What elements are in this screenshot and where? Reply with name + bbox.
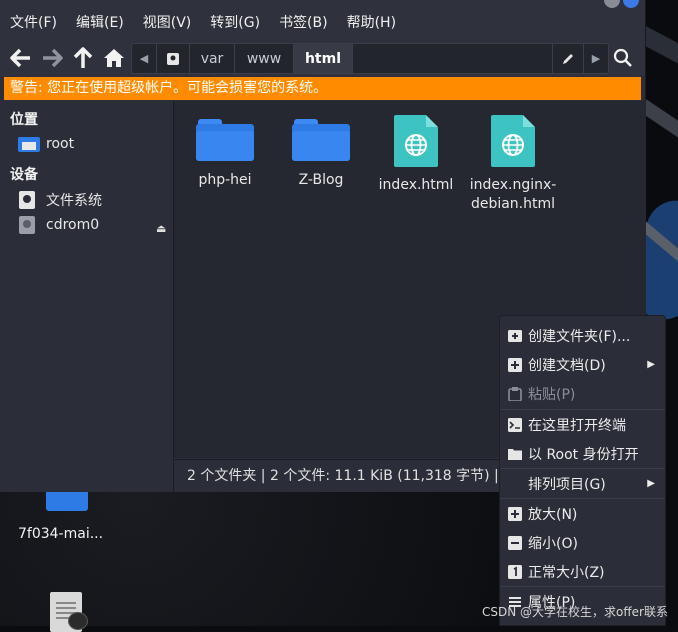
sidebar: 位置 root 设备 文件系统 cdrom0 ⏏ xyxy=(0,101,172,492)
terminal-icon xyxy=(508,417,522,432)
menu-item-open-as-root[interactable]: 以 Root 身份打开 xyxy=(500,439,665,468)
drive-icon xyxy=(167,52,179,65)
sidebar-item-label: cdrom0 xyxy=(46,217,100,233)
eject-icon[interactable]: ⏏ xyxy=(156,222,166,235)
sidebar-heading-places: 位置 xyxy=(10,112,38,128)
file-name: index.nginx-debian.html xyxy=(465,176,561,214)
html-file-icon xyxy=(394,115,438,167)
menu-item-create-folder[interactable]: 创建文件夹(F)... xyxy=(500,321,665,350)
desktop-folder-icon[interactable] xyxy=(46,489,88,511)
globe-icon xyxy=(405,134,427,156)
empty-icon-slot xyxy=(508,477,522,491)
file-item-php-hei[interactable]: php-hei xyxy=(177,119,273,190)
arrow-left-icon xyxy=(10,48,30,68)
sidebar-item-root[interactable]: root xyxy=(18,133,74,155)
path-bar: ◀ var www html ▶ xyxy=(131,43,609,74)
folder-icon xyxy=(292,119,350,161)
root-warning-banner: 警告: 您正在使用超级帐户。可能会损害您的系统。 xyxy=(4,77,641,100)
menu-item-label: 创建文件夹(F)... xyxy=(528,328,631,345)
new-folder-icon xyxy=(508,329,522,343)
folder-icon xyxy=(508,447,522,461)
edit-path-button[interactable] xyxy=(552,44,583,73)
file-name-line2: debian.html xyxy=(470,196,556,212)
pencil-icon xyxy=(563,53,573,64)
optical-drive-icon xyxy=(18,216,40,234)
menu-item-label: 以 Root 身份打开 xyxy=(528,446,639,463)
menu-item-create-document[interactable]: 创建文档(D) ▶ xyxy=(500,350,665,379)
drive-icon xyxy=(18,191,40,209)
menu-item-label: 在这里打开终端 xyxy=(528,417,626,434)
menu-item-label: 放大(N) xyxy=(528,506,578,523)
path-empty-area xyxy=(353,44,552,73)
file-item-index-nginx-debian-html[interactable]: index.nginx-debian.html xyxy=(465,115,561,214)
path-segment-var[interactable]: var xyxy=(190,44,235,73)
menu-item-label: 排列项目(G) xyxy=(528,476,606,493)
path-scroll-left-button[interactable]: ◀ xyxy=(132,44,157,73)
menu-item-arrange-items[interactable]: 排列项目(G) ▶ xyxy=(500,469,665,498)
path-segment-html[interactable]: html xyxy=(294,44,353,73)
forward-button[interactable] xyxy=(38,44,66,72)
up-button[interactable] xyxy=(69,44,97,72)
search-icon xyxy=(613,48,632,67)
new-document-icon xyxy=(508,357,522,372)
sidebar-item-label: root xyxy=(46,136,75,152)
zoom-in-icon xyxy=(508,506,522,521)
back-button[interactable] xyxy=(7,44,35,72)
paste-icon xyxy=(508,386,522,402)
home-button[interactable] xyxy=(100,44,128,72)
context-menu: 创建文件夹(F)... 创建文档(D) ▶ 粘贴(P) 在这里打开终端 以 Ro… xyxy=(499,315,666,626)
zoom-normal-icon xyxy=(508,564,522,579)
watermark-text: CSDN @大学在校生，求offer联系 xyxy=(482,605,668,619)
sidebar-heading-devices: 设备 xyxy=(10,167,38,183)
home-folder-icon xyxy=(18,135,40,153)
submenu-arrow-icon: ▶ xyxy=(647,359,655,370)
menu-item-paste: 粘贴(P) xyxy=(500,379,665,408)
menu-item-normal-size[interactable]: 正常大小(Z) xyxy=(500,557,665,586)
zoom-out-icon xyxy=(508,535,522,550)
menu-item-label: 正常大小(Z) xyxy=(528,564,605,581)
desktop-folder-label[interactable]: 7f034-mai... xyxy=(18,526,118,542)
file-name-line1: index.nginx- xyxy=(469,177,557,193)
file-item-z-blog[interactable]: Z-Blog xyxy=(273,119,369,190)
sidebar-item-label: 文件系统 xyxy=(46,193,102,209)
html-file-icon xyxy=(491,115,535,167)
menu-item-open-terminal[interactable]: 在这里打开终端 xyxy=(500,410,665,439)
arrow-up-icon xyxy=(73,47,93,68)
lock-icon xyxy=(68,612,88,630)
submenu-arrow-icon: ▶ xyxy=(647,478,655,489)
file-name: php-hei xyxy=(198,172,252,188)
folder-icon xyxy=(196,119,254,161)
arrow-right-icon xyxy=(43,48,63,68)
path-segment-www[interactable]: www xyxy=(235,44,294,73)
menu-item-zoom-in[interactable]: 放大(N) xyxy=(500,499,665,528)
globe-icon xyxy=(502,134,524,156)
home-icon xyxy=(104,49,124,67)
file-name: index.html xyxy=(378,177,454,193)
menu-item-label: 粘贴(P) xyxy=(528,386,576,403)
menu-item-label: 缩小(O) xyxy=(528,535,578,552)
sidebar-item-filesystem[interactable]: 文件系统 xyxy=(18,189,102,211)
menu-item-zoom-out[interactable]: 缩小(O) xyxy=(500,528,665,557)
search-button[interactable] xyxy=(609,44,637,72)
file-name: Z-Blog xyxy=(298,172,344,188)
sidebar-item-cdrom0[interactable]: cdrom0 xyxy=(18,214,99,236)
path-root-button[interactable] xyxy=(157,44,190,73)
path-scroll-right-button[interactable]: ▶ xyxy=(583,44,608,73)
menu-item-label: 创建文档(D) xyxy=(528,357,606,374)
file-item-index-html[interactable]: index.html xyxy=(368,115,464,195)
